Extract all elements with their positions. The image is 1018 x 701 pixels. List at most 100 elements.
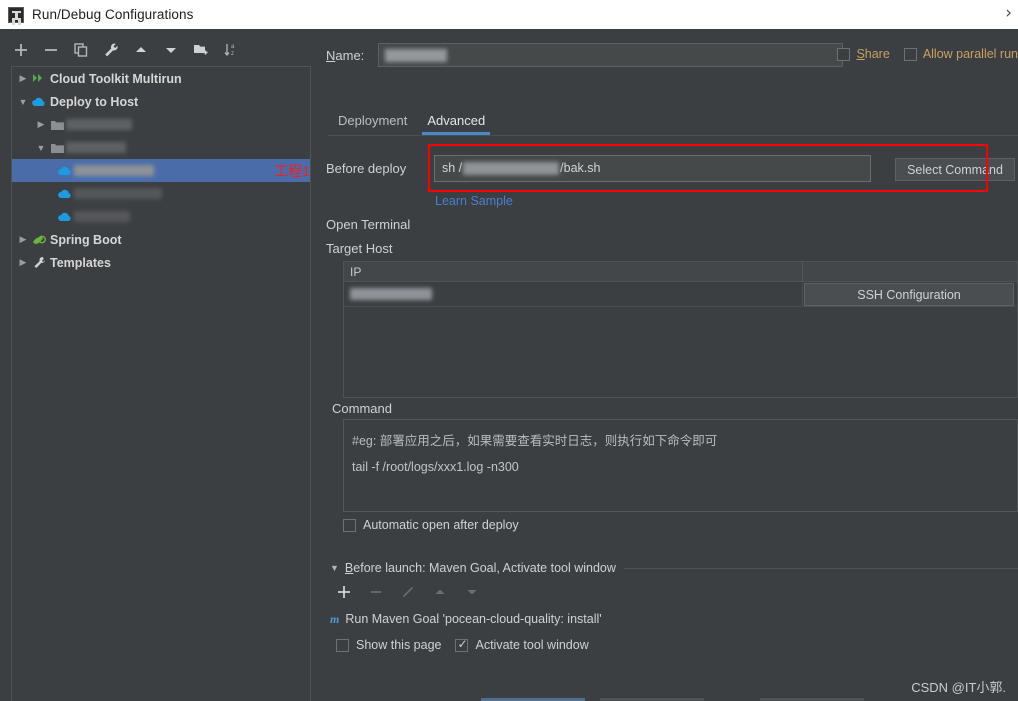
move-task-down-button[interactable] (464, 584, 480, 605)
svg-text:z: z (231, 51, 234, 57)
before-deploy-input[interactable]: sh / /bak.sh (434, 154, 871, 182)
command-line-2: tail -f /root/logs/xxx1.log -n300 (352, 460, 519, 474)
activate-tool-window-checkbox[interactable]: Activate tool window (455, 637, 589, 652)
redacted-path (463, 161, 560, 175)
chevron-down-icon[interactable]: ▼ (16, 97, 30, 107)
header-rule (623, 567, 1018, 569)
tree-item-configuration-redacted-3[interactable] (12, 205, 310, 228)
folder-icon (48, 117, 66, 133)
table-header: IP (344, 261, 1017, 282)
target-host-label: Target Host (326, 241, 393, 256)
before-launch-toolbar (336, 583, 636, 605)
tree-item-templates[interactable]: ▶ Templates (12, 251, 310, 274)
cloud-blue-icon (56, 163, 74, 179)
tree-item-folder-redacted-1[interactable]: ▶ (12, 113, 310, 136)
annotation-label: 工程1 (274, 162, 310, 179)
share-label: Share (856, 47, 890, 61)
chevron-down-icon[interactable]: ▼ (34, 143, 48, 153)
show-this-page-checkbox[interactable]: Show this page (336, 638, 441, 652)
window-title: Run/Debug Configurations (32, 7, 194, 22)
tree-item-cloud-toolkit-multirun[interactable]: ▶ Cloud Toolkit Multirun (12, 67, 310, 90)
configuration-options: Share Allow parallel run (837, 47, 1018, 61)
remove-task-button[interactable] (368, 584, 384, 605)
allow-parallel-run-label: Allow parallel run (922, 47, 1018, 61)
activate-tool-window-label: Activate tool window (475, 638, 589, 652)
folder-plus-icon[interactable] (192, 41, 210, 59)
before-deploy-label: Before deploy (326, 160, 407, 176)
add-configuration-button[interactable] (12, 41, 30, 59)
tree-item-spring-boot[interactable]: ▶ Spring Boot (12, 228, 310, 251)
redacted-value (385, 49, 447, 62)
chevron-right-icon[interactable]: › (1005, 3, 1012, 23)
command-textarea[interactable]: #eg: 部署应用之后，如果需要查看实时日志，则执行如下命令即可 tail -f… (343, 419, 1018, 512)
cell-ip (344, 281, 803, 307)
chevron-right-icon[interactable]: ▶ (16, 73, 30, 84)
chevron-right-icon[interactable]: ▶ (34, 119, 48, 130)
table-row[interactable]: SSH Configuration (344, 281, 1017, 307)
watermark: CSDN @IT小郭. (911, 680, 1006, 695)
chevron-right-icon[interactable]: ▶ (16, 234, 30, 245)
tree-item-deploy-to-host[interactable]: ▼ Deploy to Host (12, 90, 310, 113)
wrench-icon[interactable] (102, 41, 120, 59)
svg-text:a: a (231, 44, 235, 50)
cloud-blue-icon (56, 209, 74, 225)
remove-configuration-button[interactable] (42, 41, 60, 59)
ssh-configuration-button[interactable]: SSH Configuration (804, 283, 1014, 306)
redacted-ip (350, 288, 432, 300)
arrow-up-icon[interactable] (132, 41, 150, 59)
redacted-label (66, 119, 132, 130)
redacted-label (74, 165, 155, 176)
pencil-icon[interactable] (400, 584, 416, 605)
checkbox-box[interactable] (903, 47, 917, 61)
chevron-down-icon[interactable]: ▼ (330, 563, 339, 573)
before-launch-title: Before launch: Maven Goal, Activate tool… (344, 561, 616, 575)
command-line-1: #eg: 部署应用之后，如果需要查看实时日志，则执行如下命令即可 (352, 434, 718, 448)
chevron-right-icon[interactable]: ▶ (16, 257, 30, 268)
tree-item-selected-configuration[interactable]: 工程1 (12, 159, 310, 182)
run-debug-configurations-window: Run/Debug Configurations › a z ▶ Cloud T… (0, 0, 1018, 701)
checkbox-box[interactable] (343, 518, 356, 532)
redacted-label (74, 211, 130, 222)
select-command-button[interactable]: Select Command (895, 158, 1015, 181)
before-launch-checkboxes: Show this page Activate tool window (336, 637, 589, 652)
share-checkbox[interactable]: Share (837, 47, 890, 61)
open-terminal-label: Open Terminal (326, 217, 411, 232)
allow-parallel-run-checkbox[interactable]: Allow parallel run (903, 47, 1018, 61)
cloud-blue-icon (56, 186, 74, 202)
name-label: Name: (326, 47, 365, 63)
intellij-idea-icon (8, 6, 24, 23)
learn-sample-link[interactable]: Learn Sample (435, 194, 513, 208)
double-arrow-green-icon (30, 71, 48, 87)
before-launch-task-item[interactable]: m Run Maven Goal 'pocean-cloud-quality: … (330, 610, 1018, 628)
name-input[interactable] (378, 43, 843, 67)
maven-icon: m (330, 611, 340, 626)
tree-item-folder-redacted-2[interactable]: ▼ (12, 136, 310, 159)
automatic-open-after-deploy-checkbox[interactable]: Automatic open after deploy (343, 518, 519, 532)
before-launch-header: ▼ Before launch: Maven Goal, Activate to… (330, 560, 1018, 576)
title-bar: Run/Debug Configurations › (0, 0, 1018, 29)
checkbox-box[interactable] (336, 638, 349, 652)
tree-item-label: Deploy to Host (50, 94, 139, 109)
redacted-label (66, 142, 126, 153)
configurations-tree[interactable]: ▶ Cloud Toolkit Multirun ▼ Deploy to Hos… (11, 66, 311, 701)
checkbox-box[interactable] (837, 47, 851, 61)
copy-icon[interactable] (72, 41, 90, 59)
show-this-page-label: Show this page (356, 638, 442, 652)
tab-deployment[interactable]: Deployment (328, 113, 417, 135)
configurations-sidebar: az ▶ Cloud Toolkit Multirun ▼ Deploy to … (0, 29, 318, 701)
command-label: Command (332, 401, 392, 416)
redacted-label (74, 188, 162, 199)
target-host-table[interactable]: IP SSH Configuration (343, 261, 1018, 398)
before-launch-task-label: Run Maven Goal 'pocean-cloud-quality: in… (345, 612, 602, 626)
automatic-open-label: Automatic open after deploy (363, 518, 519, 532)
arrow-down-icon[interactable] (162, 41, 180, 59)
checkbox-box[interactable] (455, 637, 469, 652)
tree-item-configuration-redacted-2[interactable] (12, 182, 310, 205)
move-task-up-button[interactable] (432, 584, 448, 605)
cloud-blue-icon (30, 94, 48, 110)
sort-az-icon[interactable]: az (222, 41, 240, 59)
tree-item-label: Spring Boot (50, 232, 122, 247)
add-task-button[interactable] (336, 584, 352, 605)
wrench-icon (30, 255, 48, 271)
tab-advanced[interactable]: Advanced (417, 113, 495, 135)
